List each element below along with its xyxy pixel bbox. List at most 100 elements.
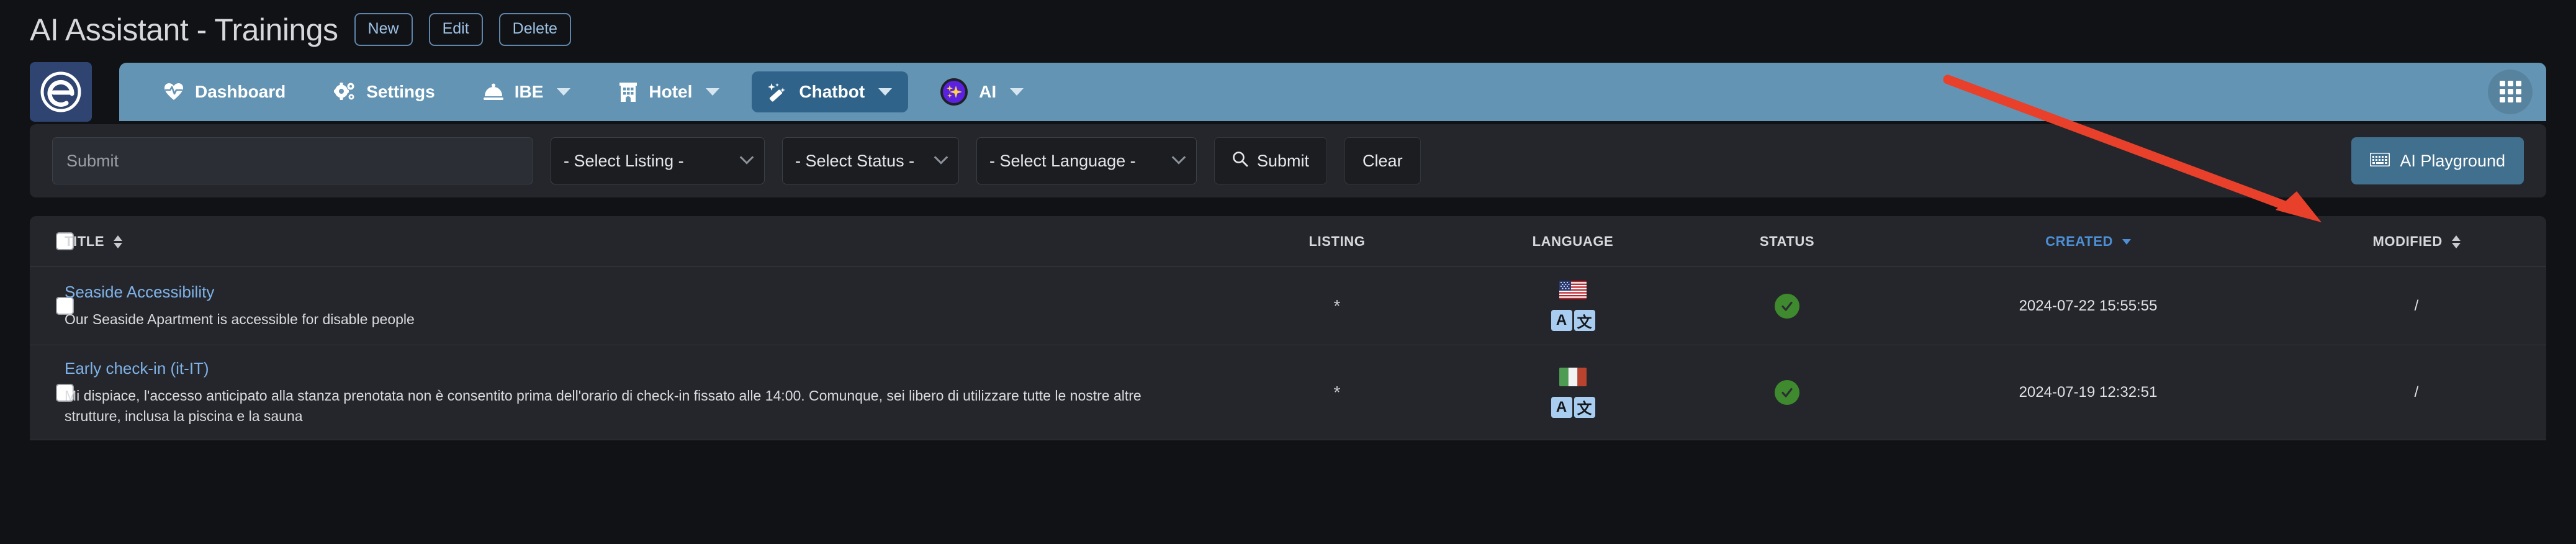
- nav-item-ai[interactable]: AI: [924, 68, 1040, 116]
- gears-icon: [334, 82, 355, 102]
- delete-button[interactable]: Delete: [498, 13, 571, 46]
- row-title-link[interactable]: Early check-in (it-IT): [65, 359, 1213, 378]
- navigation-row: Dashboard Settings IBE Hotel Chatbot AI: [0, 59, 2576, 124]
- translate-badge-glyph: 文: [1574, 310, 1595, 331]
- heartbeat-icon: [164, 83, 184, 101]
- translate-badge[interactable]: A 文: [1551, 310, 1595, 331]
- listing-select-value: - Select Listing -: [564, 151, 684, 170]
- nav-item-settings[interactable]: Settings: [318, 71, 451, 112]
- column-title[interactable]: TITLE: [65, 216, 1213, 267]
- column-modified-label: MODIFIED: [2372, 233, 2443, 249]
- column-listing-label: LISTING: [1308, 233, 1366, 249]
- nav-item-ibe[interactable]: IBE: [467, 73, 587, 111]
- trainings-table: TITLE LISTING LANGUAGE STATUS CREATED MO…: [30, 216, 2546, 441]
- row-listing-cell: *: [1213, 266, 1461, 345]
- column-modified[interactable]: MODIFIED: [2287, 216, 2546, 267]
- clear-button[interactable]: Clear: [1344, 137, 1421, 184]
- apps-grid-button[interactable]: [2488, 69, 2533, 114]
- submit-button[interactable]: Submit: [1214, 137, 1328, 184]
- nav-item-dashboard[interactable]: Dashboard: [148, 72, 302, 112]
- flag-it-icon: [1559, 367, 1587, 386]
- ai-sparkle-icon: [940, 78, 968, 106]
- listing-select[interactable]: - Select Listing -: [551, 137, 765, 184]
- row-select-cell: [30, 345, 74, 441]
- column-created[interactable]: CREATED: [1889, 216, 2287, 267]
- nav-label-chatbot: Chatbot: [799, 81, 865, 101]
- column-language: LANGUAGE: [1461, 216, 1685, 267]
- nav-label-hotel: Hotel: [649, 81, 693, 101]
- translate-badge-glyph: 文: [1574, 396, 1595, 418]
- e-logo-icon: [40, 71, 81, 112]
- row-language-cell: A 文: [1461, 345, 1685, 441]
- table-row[interactable]: Seaside Accessibility Our Seaside Apartm…: [30, 266, 2546, 345]
- column-status: STATUS: [1685, 216, 1889, 267]
- translate-badge[interactable]: A 文: [1551, 396, 1595, 418]
- page-header: AI Assistant - Trainings New Edit Delete: [0, 0, 2576, 59]
- chevron-down-icon: [934, 150, 948, 165]
- translate-badge-letter: A: [1551, 310, 1572, 331]
- ai-playground-button[interactable]: AI Playground: [2351, 137, 2524, 184]
- column-created-label: CREATED: [2045, 233, 2114, 249]
- select-all-header: [30, 216, 74, 267]
- row-status-cell: [1685, 266, 1889, 345]
- row-created-cell: 2024-07-22 15:55:55: [1889, 266, 2287, 345]
- row-modified-cell: /: [2287, 345, 2546, 441]
- status-active-icon: [1775, 293, 1799, 319]
- row-listing-cell: *: [1213, 345, 1461, 441]
- status-active-icon: [1775, 380, 1799, 406]
- sort-icon: [113, 235, 122, 249]
- table-header-row: TITLE LISTING LANGUAGE STATUS CREATED MO…: [30, 216, 2546, 267]
- chevron-down-icon: [706, 88, 720, 96]
- sort-icon: [2451, 235, 2461, 249]
- column-title-label: TITLE: [65, 233, 105, 249]
- chevron-down-icon: [1010, 88, 1024, 96]
- search-icon: [1232, 151, 1248, 171]
- nav-item-chatbot[interactable]: Chatbot: [752, 71, 909, 112]
- edit-button[interactable]: Edit: [428, 13, 483, 46]
- new-button[interactable]: New: [354, 13, 413, 46]
- nav-item-hotel[interactable]: Hotel: [603, 71, 736, 112]
- nav-label-dashboard: Dashboard: [195, 81, 286, 101]
- row-modified-cell: /: [2287, 266, 2546, 345]
- status-select-value: - Select Status -: [795, 151, 915, 170]
- row-listing-value: *: [1333, 296, 1341, 315]
- row-title-cell: Seaside Accessibility Our Seaside Apartm…: [65, 266, 1213, 345]
- row-title-link[interactable]: Seaside Accessibility: [65, 283, 1213, 302]
- hotel-icon: [619, 82, 637, 102]
- chevron-down-icon: [1171, 150, 1186, 165]
- page-title: AI Assistant - Trainings: [30, 12, 338, 47]
- ai-playground-label: AI Playground: [2400, 151, 2505, 170]
- status-select[interactable]: - Select Status -: [782, 137, 959, 184]
- nav-label-ai: AI: [979, 81, 997, 101]
- translate-badge-letter: A: [1551, 396, 1572, 418]
- table-row[interactable]: Early check-in (it-IT) Mi dispiace, l'ac…: [30, 345, 2546, 441]
- row-description: Our Seaside Apartment is accessible for …: [65, 311, 415, 327]
- column-status-label: STATUS: [1759, 233, 1815, 249]
- column-listing: LISTING: [1213, 216, 1461, 267]
- chevron-down-icon: [557, 88, 571, 96]
- nav-label-settings: Settings: [366, 81, 435, 101]
- apps-grid-icon: [2499, 81, 2521, 102]
- main-navigation: Dashboard Settings IBE Hotel Chatbot AI: [119, 62, 2546, 121]
- column-language-label: LANGUAGE: [1532, 233, 1614, 249]
- clear-button-label: Clear: [1362, 151, 1403, 170]
- language-select-value: - Select Language -: [989, 151, 1136, 170]
- chevron-down-icon: [878, 88, 893, 96]
- row-title-cell: Early check-in (it-IT) Mi dispiace, l'ac…: [65, 345, 1213, 441]
- submit-button-label: Submit: [1257, 151, 1310, 170]
- filter-bar: - Select Listing - - Select Status - - S…: [30, 124, 2546, 197]
- chevron-down-icon: [739, 150, 754, 165]
- search-input[interactable]: [52, 137, 533, 184]
- app-logo[interactable]: [30, 61, 92, 122]
- row-listing-value: *: [1333, 383, 1341, 402]
- bell-icon: [483, 83, 503, 101]
- row-select-cell: [30, 266, 74, 345]
- row-description: Mi dispiace, l'accesso anticipato alla s…: [65, 388, 1142, 424]
- magic-wand-icon: [768, 82, 788, 102]
- keyboard-icon: [2369, 152, 2390, 171]
- sort-desc-icon: [2122, 239, 2131, 245]
- flag-us-icon: [1559, 281, 1587, 299]
- language-select[interactable]: - Select Language -: [976, 137, 1197, 184]
- nav-label-ibe: IBE: [514, 81, 544, 101]
- row-created-cell: 2024-07-19 12:32:51: [1889, 345, 2287, 441]
